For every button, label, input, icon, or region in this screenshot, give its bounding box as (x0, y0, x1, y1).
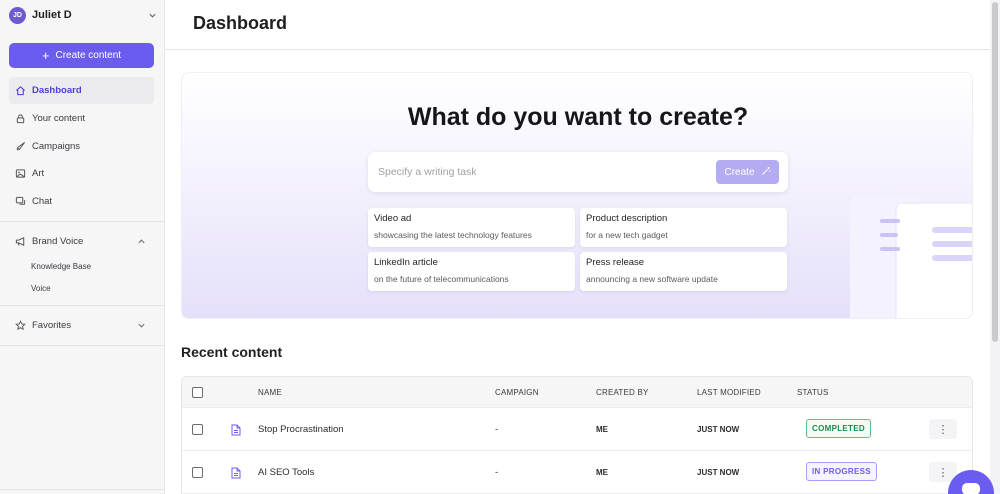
megaphone-icon (15, 236, 26, 247)
sidebar-divider (0, 345, 165, 346)
chat-bubble-icon (961, 482, 981, 494)
sidebar-item-campaigns[interactable]: Campaigns (9, 133, 154, 160)
suggestion-subtitle: showcasing the latest technology feature… (374, 230, 532, 240)
avatar: JD (9, 6, 26, 24)
chat-icon (15, 196, 26, 207)
sidebar: JD Juliet D + Create content Dashboard Y… (0, 0, 165, 494)
table-row[interactable]: AI SEO Tools - ME JUST NOW IN PROGRESS ⋮ (182, 451, 972, 494)
create-content-button[interactable]: + Create content (9, 43, 154, 68)
row-campaign: - (495, 467, 499, 478)
select-all-checkbox[interactable] (192, 387, 203, 398)
user-name: Juliet D (32, 9, 72, 21)
writing-task-box: Create (368, 152, 788, 192)
page-header: Dashboard (165, 0, 990, 50)
suggestion-subtitle: for a new tech gadget (586, 230, 668, 240)
chevron-down-icon[interactable] (147, 10, 157, 20)
task-create-label: Create (724, 166, 755, 178)
image-icon (15, 168, 26, 179)
row-created-by: ME (596, 468, 608, 477)
suggestion-card-press-release[interactable]: Press release announcing a new software … (580, 252, 787, 291)
row-campaign: - (495, 424, 499, 435)
sidebar-item-label: Chat (32, 196, 53, 207)
sidebar-item-your-content[interactable]: Your content (9, 105, 154, 132)
suggestion-subtitle: announcing a new software update (586, 274, 718, 284)
home-icon (15, 85, 26, 96)
column-header-name[interactable]: NAME (258, 388, 282, 397)
suggestion-card-linkedin-article[interactable]: LinkedIn article on the future of teleco… (368, 252, 575, 291)
sidebar-item-label: Art (32, 168, 45, 179)
column-header-created-by[interactable]: CREATED BY (596, 388, 649, 397)
row-last-modified: JUST NOW (697, 468, 740, 477)
sidebar-item-chat[interactable]: Chat (9, 188, 154, 215)
sidebar-item-favorites[interactable]: Favorites (9, 312, 154, 339)
recent-content-table: NAME CAMPAIGN CREATED BY LAST MODIFIED S… (181, 376, 973, 494)
row-last-modified: JUST NOW (697, 425, 740, 434)
column-header-last-modified[interactable]: LAST MODIFIED (697, 388, 761, 397)
chevron-down-icon[interactable] (137, 321, 146, 333)
suggestion-card-video-ad[interactable]: Video ad showcasing the latest technolog… (368, 208, 575, 247)
row-checkbox[interactable] (192, 467, 203, 478)
table-header: NAME CAMPAIGN CREATED BY LAST MODIFIED S… (182, 377, 972, 408)
sidebar-item-art[interactable]: Art (9, 160, 154, 187)
sidebar-item-label: Dashboard (32, 85, 82, 96)
sidebar-item-label: Campaigns (32, 141, 81, 152)
chevron-up-icon[interactable] (137, 237, 146, 249)
sidebar-item-voice[interactable]: Voice (31, 284, 51, 293)
sidebar-item-label: Brand Voice (32, 236, 84, 247)
row-name[interactable]: AI SEO Tools (258, 467, 314, 478)
create-hero-panel: What do you want to create? Create Video… (181, 72, 973, 319)
column-header-campaign[interactable]: CAMPAIGN (495, 388, 539, 397)
task-create-button[interactable]: Create (716, 160, 779, 184)
row-name[interactable]: Stop Procrastination (258, 424, 344, 435)
decorative-documents-illustration (850, 197, 972, 318)
sidebar-divider (0, 489, 165, 490)
document-icon (231, 423, 241, 441)
hero-title: What do you want to create? (407, 103, 749, 131)
star-icon (15, 320, 26, 331)
sidebar-item-dashboard[interactable]: Dashboard (9, 77, 154, 104)
sidebar-item-label: Favorites (32, 320, 72, 331)
page-title: Dashboard (193, 13, 288, 33)
table-row[interactable]: Stop Procrastination - ME JUST NOW COMPL… (182, 408, 972, 451)
suggestion-title: Product description (586, 213, 668, 224)
plus-icon: + (41, 47, 50, 63)
row-more-button[interactable]: ⋮ (929, 419, 957, 439)
column-header-status[interactable]: STATUS (797, 388, 829, 397)
status-badge: COMPLETED (806, 419, 871, 438)
row-checkbox[interactable] (192, 424, 203, 435)
user-menu[interactable]: JD Juliet D (9, 6, 157, 24)
rocket-icon (15, 141, 26, 152)
suggestion-title: LinkedIn article (374, 257, 438, 268)
row-created-by: ME (596, 425, 608, 434)
document-icon (231, 466, 241, 484)
recent-content-title: Recent content (181, 344, 283, 360)
sidebar-item-label: Your content (32, 113, 85, 124)
sidebar-item-knowledge-base[interactable]: Knowledge Base (31, 262, 91, 271)
sidebar-divider (0, 221, 165, 222)
create-content-label: Create content (55, 50, 122, 61)
suggestion-subtitle: on the future of telecommunications (374, 274, 509, 284)
sidebar-item-brand-voice[interactable]: Brand Voice (9, 228, 154, 255)
status-badge: IN PROGRESS (806, 462, 877, 481)
sidebar-divider (0, 305, 165, 306)
scrollbar-thumb[interactable] (992, 2, 998, 342)
suggestion-title: Video ad (374, 213, 412, 224)
writing-task-input[interactable] (378, 152, 708, 192)
lock-icon (15, 113, 26, 124)
main-content: Dashboard What do you want to create? Cr… (165, 0, 990, 494)
magic-wand-icon (761, 166, 771, 179)
suggestion-card-product-description[interactable]: Product description for a new tech gadge… (580, 208, 787, 247)
suggestion-title: Press release (586, 257, 645, 268)
